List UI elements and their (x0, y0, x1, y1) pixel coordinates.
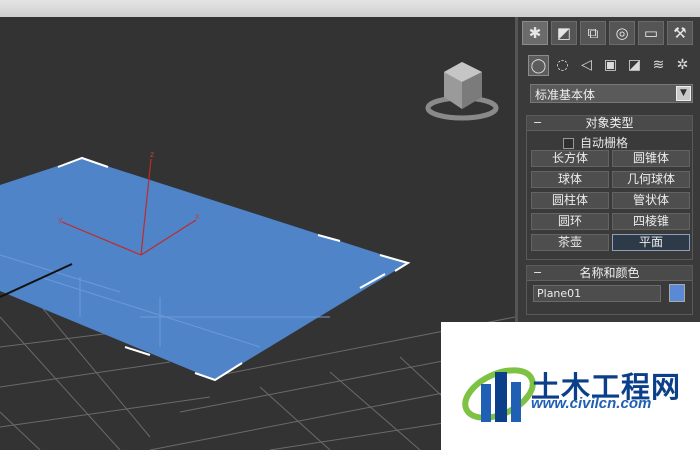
checkbox-icon[interactable] (563, 138, 574, 149)
chevron-down-icon[interactable]: ▼ (676, 86, 691, 101)
command-panel-tabs: ✱ ◩ ⧉ ◎ ▭ ⚒ (522, 21, 698, 45)
cameras-icon[interactable]: ▣ (600, 55, 621, 76)
motion-tab-icon[interactable]: ◎ (609, 21, 635, 45)
plane-button[interactable]: 平面 (612, 234, 690, 251)
hierarchy-tab-icon[interactable]: ⧉ (580, 21, 606, 45)
viewport-canvas: z x y (0, 62, 515, 450)
name-color-rollout: − 名称和颜色 Plane01 (526, 265, 693, 315)
name-color-header[interactable]: − 名称和颜色 (527, 266, 692, 281)
shapes-icon[interactable]: ◌ (552, 55, 573, 76)
axis-label-x: x (195, 212, 200, 221)
cylinder-button[interactable]: 圆柱体 (531, 192, 609, 209)
create-categories: ◯ ◌ ◁ ▣ ◪ ≋ ✲ (528, 55, 698, 77)
object-color-swatch[interactable] (669, 284, 685, 302)
dropdown-value: 标准基本体 (535, 88, 596, 102)
tube-button[interactable]: 管状体 (612, 192, 690, 209)
object-type-header[interactable]: − 对象类型 (527, 116, 692, 131)
perspective-viewport[interactable]: z x y (0, 17, 515, 450)
object-type-rollout: − 对象类型 自动栅格 长方体 圆锥体 球体 几何球体 圆柱体 管状体 圆环 四… (526, 115, 693, 260)
watermark-url: www.civilcn.com (531, 395, 652, 412)
sphere-button[interactable]: 球体 (531, 171, 609, 188)
torus-button[interactable]: 圆环 (531, 213, 609, 230)
modify-tab-icon[interactable]: ◩ (551, 21, 577, 45)
axis-label-z: z (150, 150, 154, 159)
object-type-title: 对象类型 (585, 116, 634, 130)
systems-icon[interactable]: ✲ (672, 55, 693, 76)
object-name-field[interactable]: Plane01 (533, 285, 661, 302)
object-type-buttons: 长方体 圆锥体 球体 几何球体 圆柱体 管状体 圆环 四棱锥 茶壶 平面 (531, 150, 690, 251)
helpers-icon[interactable]: ◪ (624, 55, 645, 76)
teapot-button[interactable]: 茶壶 (531, 234, 609, 251)
cone-button[interactable]: 圆锥体 (612, 150, 690, 167)
box-button[interactable]: 长方体 (531, 150, 609, 167)
autogrid-checkbox[interactable]: 自动栅格 (563, 134, 628, 151)
autogrid-label: 自动栅格 (580, 136, 629, 150)
geosphere-button[interactable]: 几何球体 (612, 171, 690, 188)
axis-label-y: y (58, 215, 63, 224)
watermark: 土木工程网 www.civilcn.com (441, 322, 700, 450)
name-color-title: 名称和颜色 (579, 266, 640, 280)
lights-icon[interactable]: ◁ (576, 55, 597, 76)
pyramid-button[interactable]: 四棱锥 (612, 213, 690, 230)
create-tab-icon[interactable]: ✱ (522, 21, 548, 45)
primitive-type-dropdown[interactable]: 标准基本体 ▼ (530, 84, 693, 103)
geometry-icon[interactable]: ◯ (528, 55, 549, 76)
utilities-tab-icon[interactable]: ⚒ (667, 21, 693, 45)
display-tab-icon[interactable]: ▭ (638, 21, 664, 45)
viewcube-icon[interactable] (425, 62, 499, 121)
top-menu-strip (0, 0, 700, 17)
spacewarps-icon[interactable]: ≋ (648, 55, 669, 76)
